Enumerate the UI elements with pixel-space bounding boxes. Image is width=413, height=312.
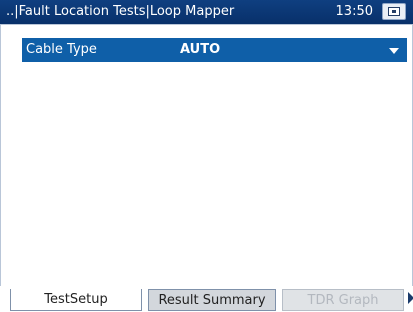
window-title: ..|Fault Location Tests|Loop Mapper (6, 4, 235, 19)
tab-result-summary[interactable]: Result Summary (148, 289, 276, 311)
dropdown-arrow-icon[interactable] (389, 48, 399, 54)
cable-type-value[interactable]: AUTO (180, 42, 220, 57)
tab-test-setup[interactable]: TestSetup (10, 289, 142, 311)
battery-icon[interactable] (382, 3, 406, 20)
tab-scroll-right-icon[interactable] (408, 292, 413, 304)
tab-tdr-graph: TDR Graph (282, 289, 404, 311)
clock: 13:50 (335, 4, 373, 19)
title-bar: ..|Fault Location Tests|Loop Mapper 13:5… (0, 0, 413, 24)
cable-type-label: Cable Type (26, 42, 97, 57)
cable-type-row[interactable]: Cable Type AUTO (22, 38, 407, 62)
tab-bar: TestSetup Result Summary TDR Graph (0, 286, 413, 312)
test-setup-panel (0, 24, 413, 290)
